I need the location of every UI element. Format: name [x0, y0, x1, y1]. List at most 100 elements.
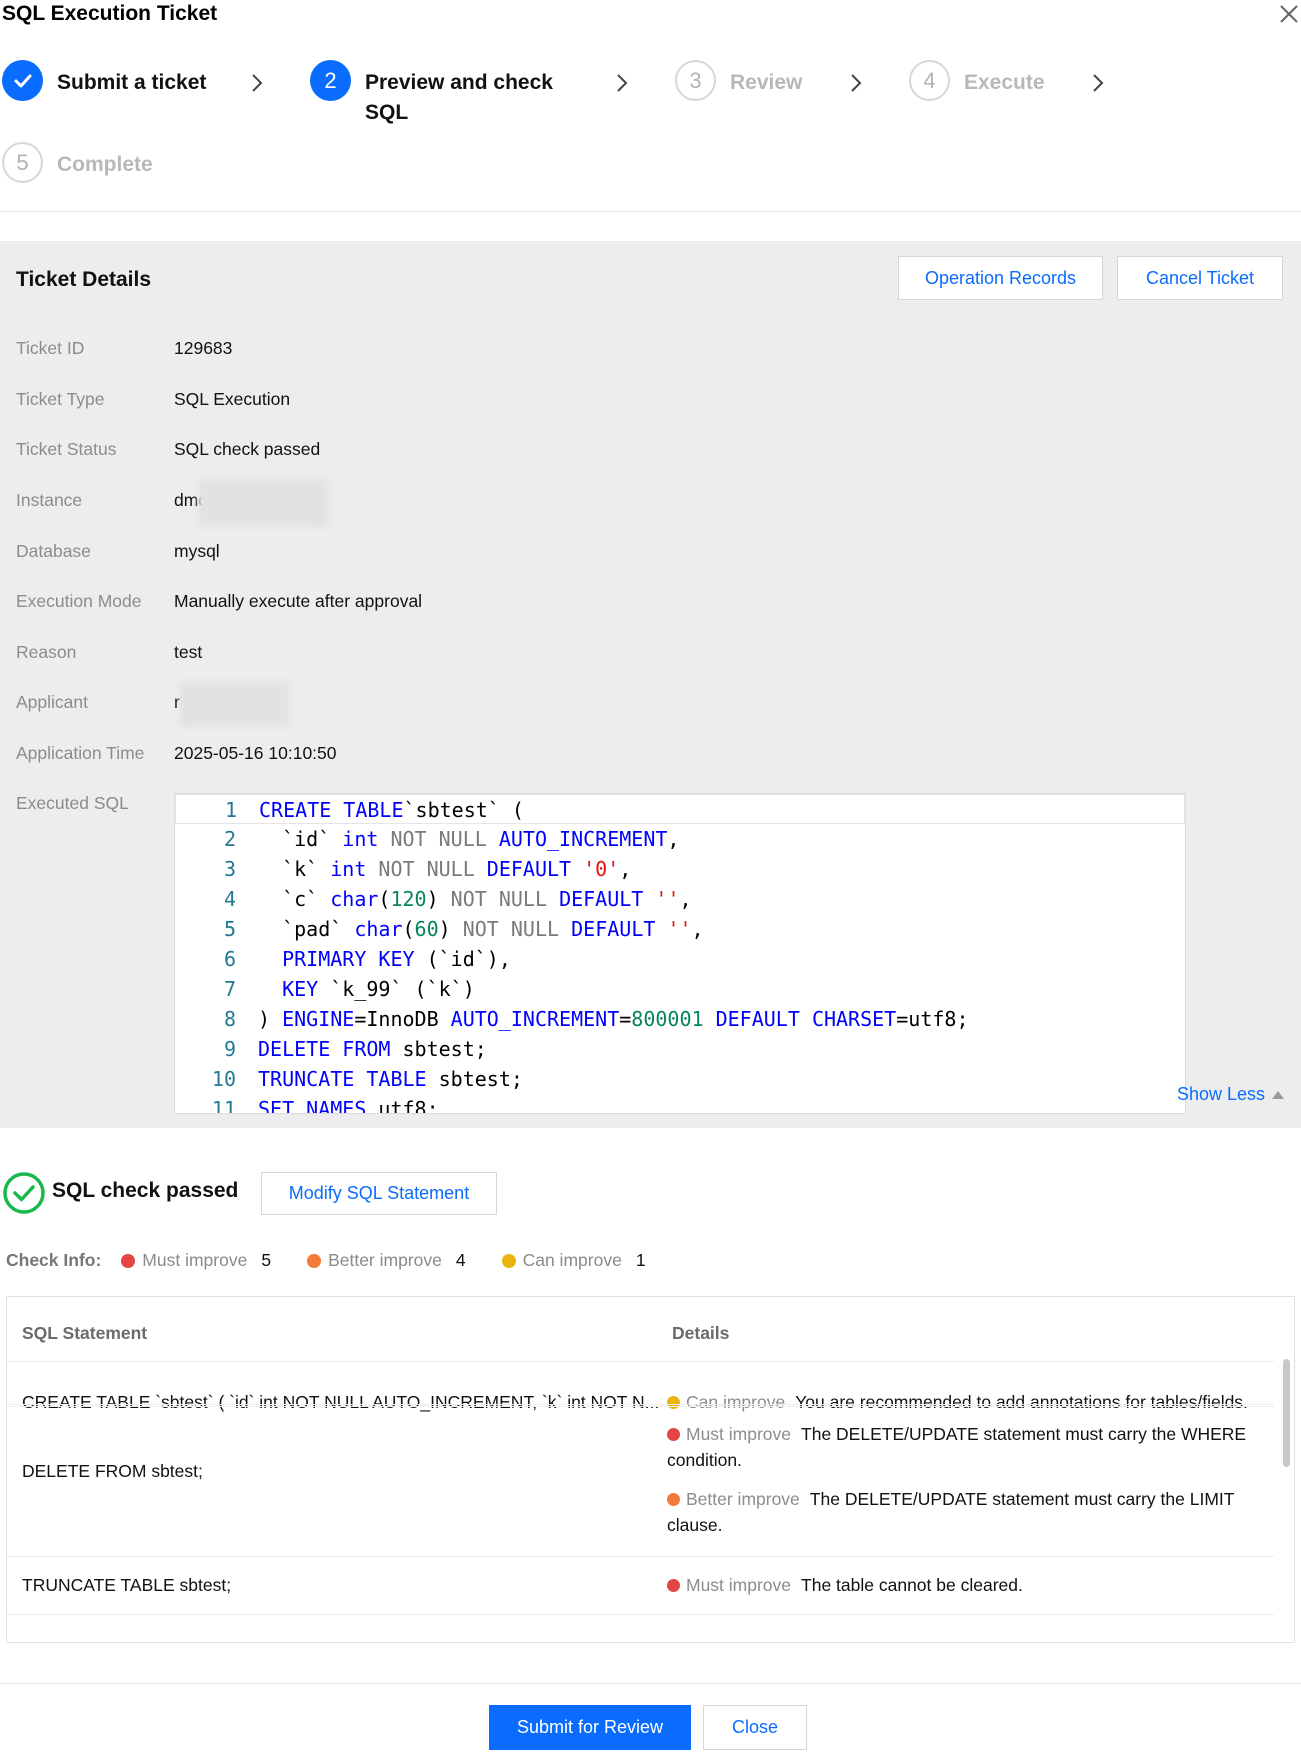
field-label: Ticket ID	[16, 337, 85, 358]
field-label: Database	[16, 540, 91, 561]
divider	[0, 211, 1301, 212]
field-value: 129683	[174, 337, 233, 358]
checkmark-icon	[2, 60, 43, 101]
field-label: Applicant	[16, 691, 88, 712]
step-submit-ticket: Submit a ticket	[2, 60, 206, 101]
check-status-title: SQL check passed	[52, 1179, 239, 1202]
field-instance: Instance dmc	[16, 487, 207, 513]
field-label: Application Time	[16, 742, 145, 763]
sql-line: 8) ENGINE=InnoDB AUTO_INCREMENT=800001 D…	[175, 1004, 1185, 1034]
field-executed-sql: Executed SQL	[16, 790, 174, 816]
divider	[0, 1683, 1301, 1684]
table-scrollbar[interactable]	[1283, 1359, 1290, 1467]
sql-line: 1 CREATE TABLE`sbtest` (	[175, 794, 1185, 824]
step-number: 2	[310, 60, 351, 101]
field-value: mysql	[174, 540, 220, 561]
detail-item: Can improve You are recommended to add an…	[667, 1389, 1267, 1415]
caret-up-icon	[1272, 1090, 1285, 1099]
chevron-right-icon	[1093, 74, 1104, 92]
line-number: 7	[223, 977, 236, 1001]
close-button[interactable]: Close	[703, 1705, 807, 1750]
field-value: test	[174, 641, 203, 662]
sql-line: 10 TRUNCATE TABLE sbtest;	[175, 1064, 1185, 1094]
field-label: Execution Mode	[16, 590, 142, 611]
red-dot-icon	[667, 1428, 680, 1441]
sql-code-text: CREATE TABLE`sbtest` (	[259, 798, 524, 822]
field-value: r	[174, 691, 180, 712]
sql-code-text: `id` int NOT NULL AUTO_INCREMENT,	[258, 827, 680, 851]
sql-code-text: `pad` char(60) NOT NULL DEFAULT '',	[258, 917, 704, 941]
column-header-sql-statement: SQL Statement	[22, 1323, 148, 1343]
field-execution-mode: Execution Mode Manually execute after ap…	[16, 588, 422, 614]
sql-line: 6 PRIMARY KEY (`id`),	[175, 944, 1185, 974]
show-less-link[interactable]: Show Less	[1177, 1084, 1285, 1105]
step-label: Submit a ticket	[57, 71, 207, 94]
step-number: 4	[909, 60, 950, 101]
field-database: Database mysql	[16, 538, 220, 564]
line-number: 1	[224, 798, 237, 822]
field-value: SQL Execution	[174, 388, 291, 409]
red-dot-icon	[667, 1579, 680, 1592]
field-value: 2025-05-16 10:10:50	[174, 742, 337, 763]
chevron-right-icon	[851, 74, 862, 92]
sql-code-text: SET NAMES utf8;	[258, 1097, 439, 1114]
step-preview-check-sql: 2 Preview and check SQL	[310, 60, 553, 128]
step-number: 5	[2, 142, 43, 183]
operation-records-button[interactable]: Operation Records	[898, 256, 1103, 300]
cancel-ticket-button[interactable]: Cancel Ticket	[1117, 256, 1283, 300]
table-cell-statement: DELETE FROM sbtest;	[22, 1461, 203, 1481]
detail-item: Must improve The table cannot be cleared.	[667, 1572, 1267, 1598]
orange-dot-icon	[307, 1253, 322, 1268]
sql-code-viewer[interactable]: 1 CREATE TABLE`sbtest` (2 `id` int NOT NU…	[174, 793, 1186, 1114]
legend-can-improve: Can improve 1	[501, 1250, 646, 1271]
submit-for-review-button[interactable]: Submit for Review	[489, 1705, 691, 1750]
check-circle-icon	[2, 1171, 46, 1215]
field-applicant: Applicant r	[16, 689, 180, 715]
orange-dot-icon	[667, 1493, 680, 1506]
legend-count: 1	[635, 1250, 646, 1270]
field-label: Instance	[16, 489, 83, 510]
line-number: 8	[223, 1007, 236, 1031]
sql-code-text: TRUNCATE TABLE sbtest;	[258, 1067, 523, 1091]
sql-line: 3 `k` int NOT NULL DEFAULT '0',	[175, 854, 1185, 884]
sql-code-text: DELETE FROM sbtest;	[258, 1037, 487, 1061]
line-number: 4	[223, 887, 236, 911]
redacted-applicant	[180, 681, 290, 727]
step-number: 3	[675, 60, 716, 101]
step-label: Execute	[964, 71, 1045, 94]
table-cell-statement: CREATE TABLE `sbtest` ( `id` int NOT NUL…	[22, 1392, 660, 1412]
line-number: 9	[223, 1037, 236, 1061]
red-dot-icon	[121, 1253, 136, 1268]
ticket-details-panel: Ticket Details Operation Records Cancel …	[0, 241, 1301, 1128]
sql-line: 2 `id` int NOT NULL AUTO_INCREMENT,	[175, 824, 1185, 854]
detail-item: Must improve The DELETE/UPDATE statement …	[667, 1424, 1247, 1470]
sql-line: 11 SET NAMES utf8;	[175, 1094, 1185, 1114]
sql-code-text: `c` char(120) NOT NULL DEFAULT '',	[258, 887, 692, 911]
sql-line: 4 `c` char(120) NOT NULL DEFAULT '',	[175, 884, 1185, 914]
line-number: 11	[211, 1097, 236, 1114]
sql-code-text: PRIMARY KEY (`id`),	[282, 947, 511, 971]
line-number: 10	[211, 1067, 236, 1091]
detail-item: Better improve The DELETE/UPDATE statemen…	[667, 1489, 1235, 1535]
field-ticket-id: Ticket ID 129683	[16, 335, 232, 361]
redacted-instance	[198, 479, 328, 527]
field-label: Ticket Type	[16, 388, 105, 409]
panel-title: Ticket Details	[16, 268, 152, 291]
step-execute: 4 Execute	[909, 60, 1045, 101]
yellow-dot-icon	[667, 1396, 680, 1409]
step-label-line2: SQL	[365, 101, 409, 124]
yellow-dot-icon	[501, 1253, 516, 1268]
check-info: Check Info: Must improve 5 Better improv…	[6, 1250, 682, 1271]
legend-must-improve: Must improve 5	[121, 1250, 271, 1271]
dialog-title: SQL Execution Ticket	[2, 2, 218, 25]
step-review: 3 Review	[675, 60, 802, 101]
close-icon[interactable]	[1277, 2, 1301, 26]
modify-sql-button[interactable]: Modify SQL Statement	[261, 1172, 497, 1215]
legend-count: 5	[261, 1250, 272, 1270]
field-ticket-status: Ticket Status SQL check passed	[16, 436, 320, 462]
step-label: Complete	[57, 153, 153, 176]
column-header-details: Details	[672, 1323, 730, 1343]
field-value: Manually execute after approval	[174, 590, 423, 611]
field-label: Reason	[16, 641, 77, 662]
sql-line: 9 DELETE FROM sbtest;	[175, 1034, 1185, 1064]
